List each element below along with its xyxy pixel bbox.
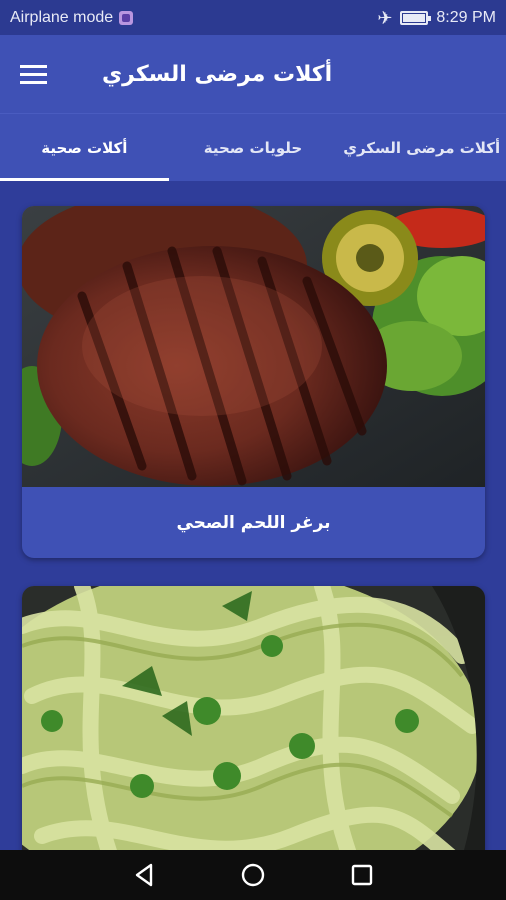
status-time: 8:29 PM xyxy=(436,8,496,26)
green-pesto-pasta-photo xyxy=(22,586,485,850)
tab-label: حلويات صحية xyxy=(203,138,303,157)
tab-label: أكلات مرضى السكري xyxy=(343,138,501,157)
recents-icon[interactable] xyxy=(345,858,379,892)
airplane-icon: ✈ xyxy=(377,7,393,28)
recipe-card[interactable]: برغر اللحم الصحي xyxy=(22,206,485,558)
home-icon[interactable] xyxy=(236,858,270,892)
app-title: أكلات مرضى السكري xyxy=(102,61,333,87)
app-bar: أكلات مرضى السكري xyxy=(0,35,506,113)
back-icon[interactable] xyxy=(127,858,161,892)
tab-healthy-desserts[interactable]: حلويات صحية xyxy=(169,114,338,181)
tab-label: أكلات صحية xyxy=(41,138,128,157)
grilled-burger-patty-photo xyxy=(22,206,485,487)
recipe-card[interactable] xyxy=(22,586,485,850)
navigation-bar xyxy=(0,850,506,900)
status-right: ✈ 8:29 PM xyxy=(377,9,496,27)
airplane-mode-text: Airplane mode xyxy=(10,8,114,26)
tab-diabetic-meals[interactable]: أكلات مرضى السكري xyxy=(337,114,506,181)
status-bar: Airplane mode ✈ 8:29 PM xyxy=(0,0,506,35)
battery-icon xyxy=(400,10,432,25)
recipe-title: برغر اللحم الصحي xyxy=(176,512,331,533)
tab-bar: أكلات صحية حلويات صحية أكلات مرضى السكري xyxy=(0,113,506,181)
hamburger-menu-icon[interactable] xyxy=(20,54,60,94)
recipe-list[interactable]: برغر اللحم الصحي xyxy=(0,181,506,850)
tab-healthy-meals[interactable]: أكلات صحية xyxy=(0,114,169,181)
notification-icon xyxy=(119,10,134,25)
status-left: Airplane mode xyxy=(10,8,134,27)
